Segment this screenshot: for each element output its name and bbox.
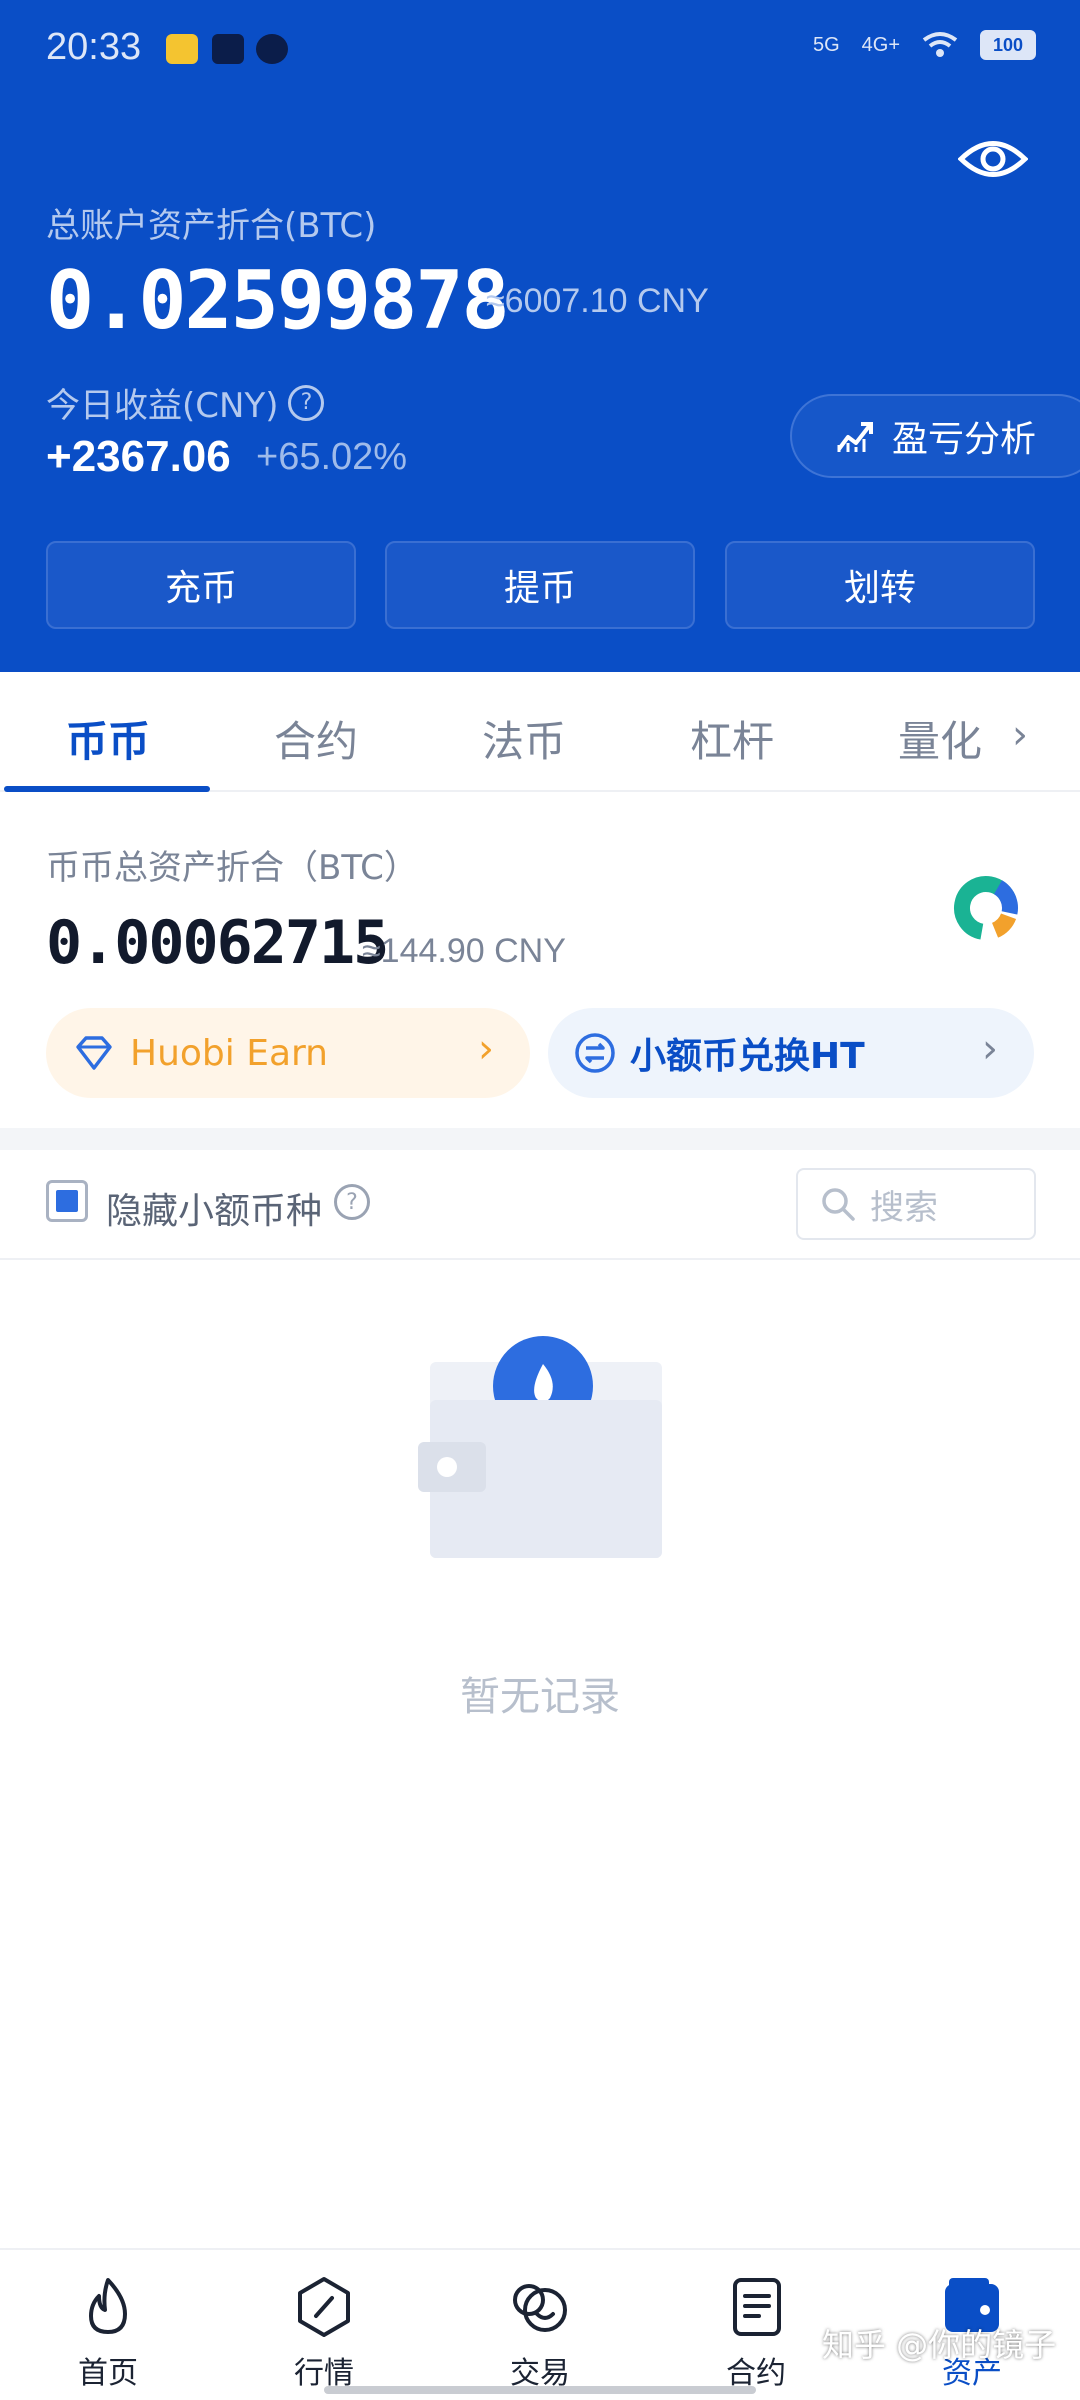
home-indicator[interactable]	[324, 2386, 756, 2394]
exchange-icon	[575, 1033, 615, 1073]
task-notification-icon	[212, 34, 244, 64]
tab-fiat[interactable]: 法币	[482, 708, 566, 769]
status-bar: 20:33 5G 4G+ 100	[0, 0, 1080, 100]
empty-wallet-illustration	[418, 1336, 662, 1558]
hide-small-checkbox[interactable]	[46, 1180, 88, 1222]
tab-spot[interactable]: 币币	[66, 708, 150, 769]
spot-assets-value: 0.00062715	[46, 908, 389, 978]
status-indicators: 5G 4G+ 100	[813, 30, 1036, 60]
mail-notification-icon	[166, 34, 198, 64]
signal-4g-icon: 4G+	[861, 33, 900, 56]
empty-state-text: 暂无记录	[460, 1674, 620, 1720]
today-income-label-text: 今日收益(CNY)	[46, 386, 279, 426]
tab-contract[interactable]: 合约	[274, 708, 358, 769]
tabs-next-chevron-icon[interactable]: ›	[1012, 712, 1028, 758]
today-income-value: +2367.06	[46, 432, 231, 481]
help-icon[interactable]: ?	[288, 384, 325, 421]
account-tabs: 币币 合约 法币 杠杆 量化 ›	[0, 672, 1080, 792]
nav-contract[interactable]: 合约	[676, 2274, 836, 2392]
search-input[interactable]: 搜索	[796, 1168, 1036, 1240]
withdraw-button[interactable]: 提币	[385, 541, 695, 629]
checkbox-checked-mark	[56, 1190, 78, 1212]
tab-margin[interactable]: 杠杆	[690, 708, 774, 769]
chat-notification-icon	[256, 34, 288, 64]
nav-home[interactable]: 首页	[28, 2274, 188, 2392]
pl-analysis-button[interactable]: 盈亏分析	[790, 394, 1080, 478]
eye-toggle-icon[interactable]	[958, 134, 1028, 184]
contract-icon	[733, 2278, 781, 2336]
flame-icon	[89, 2278, 127, 2334]
chevron-right-icon: ›	[982, 1026, 998, 1072]
diamond-icon	[76, 1036, 112, 1070]
spot-assets-label: 币币总资产折合（BTC）	[46, 848, 418, 888]
today-income-label: 今日收益(CNY) ?	[46, 378, 325, 427]
transfer-button[interactable]: 划转	[725, 541, 1035, 629]
chevron-right-icon: ›	[478, 1026, 494, 1072]
search-placeholder: 搜索	[870, 1187, 938, 1228]
nav-market[interactable]: 行情	[244, 2274, 404, 2392]
today-income-percent: +65.02%	[256, 436, 408, 478]
huobi-earn-label: Huobi Earn	[130, 1032, 328, 1074]
total-assets-approx: ≈6007.10 CNY	[486, 282, 709, 320]
signal-5g-icon: 5G	[812, 33, 840, 56]
trade-icon	[513, 2284, 567, 2332]
status-time: 20:33	[46, 26, 142, 68]
nav-home-label: 首页	[78, 2356, 138, 2391]
convert-label: 小额币兑换HT	[630, 1036, 865, 1077]
section-divider	[0, 1128, 1080, 1150]
trend-chart-icon	[837, 422, 873, 452]
watermark: 知乎 @你的镜子	[822, 2326, 1057, 2364]
asset-header: 20:33 5G 4G+ 100 总账户资产折合(BTC) 0.02599878…	[0, 0, 1080, 672]
active-tab-indicator	[4, 786, 210, 792]
nav-trade[interactable]: 交易	[460, 2274, 620, 2392]
small-coin-convert-button[interactable]: 小额币兑换HT ›	[548, 1008, 1034, 1098]
pie-chart-icon[interactable]	[950, 872, 1022, 944]
wifi-icon	[922, 32, 958, 57]
help-icon[interactable]: ?	[334, 1184, 370, 1220]
deposit-button[interactable]: 充币	[46, 541, 356, 629]
tab-quant[interactable]: 量化	[898, 708, 982, 769]
spot-assets-approx: ≈144.90 CNY	[362, 932, 566, 970]
pl-analysis-label: 盈亏分析	[892, 419, 1037, 460]
battery-icon: 100	[980, 30, 1036, 60]
search-icon	[822, 1188, 855, 1221]
filter-row: 隐藏小额币种 ? 搜索	[0, 1150, 1080, 1260]
total-assets-value: 0.02599878	[46, 254, 510, 347]
total-assets-label: 总账户资产折合(BTC)	[46, 206, 377, 246]
market-icon	[298, 2277, 350, 2337]
huobi-earn-button[interactable]: Huobi Earn ›	[46, 1008, 530, 1098]
hide-small-label: 隐藏小额币种	[106, 1191, 323, 1232]
